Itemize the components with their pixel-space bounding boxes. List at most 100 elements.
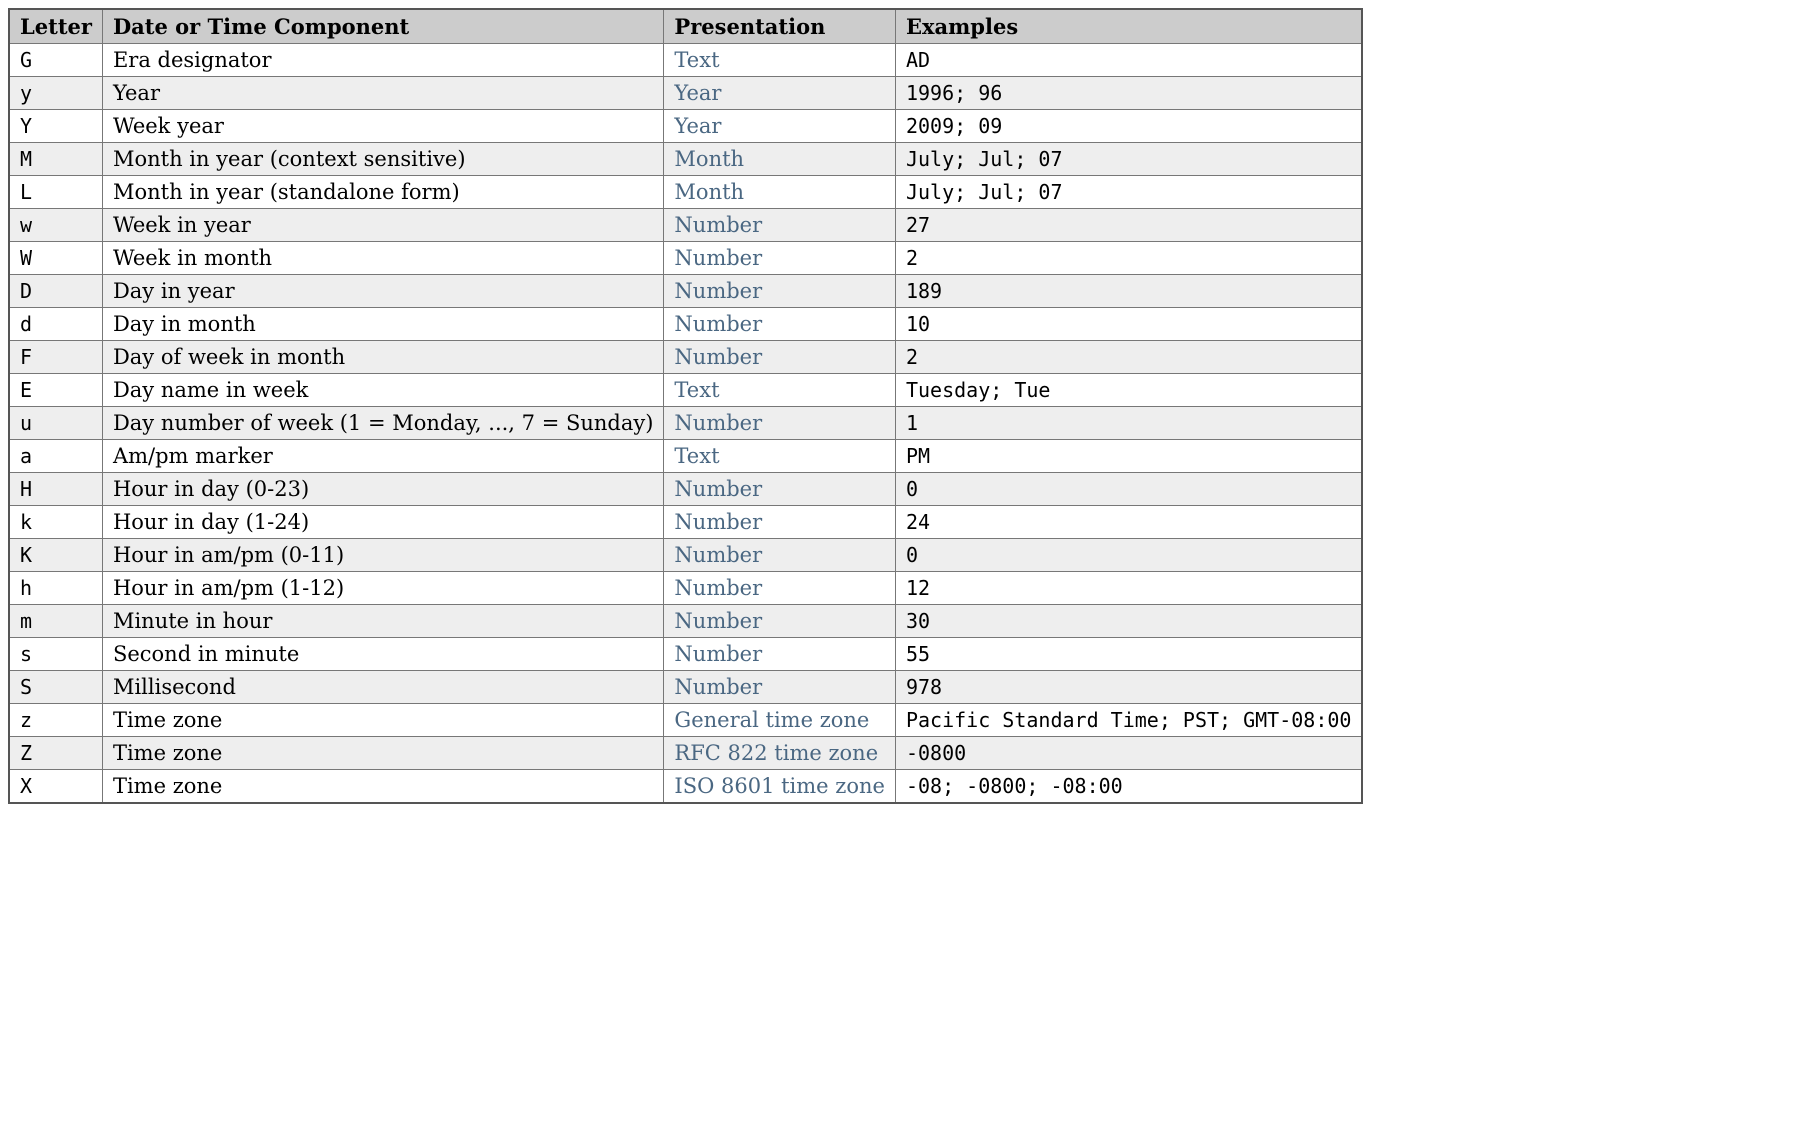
cell-presentation[interactable]: Number <box>664 275 896 308</box>
cell-presentation[interactable]: Number <box>664 671 896 704</box>
cell-presentation[interactable]: Month <box>664 176 896 209</box>
cell-letter: h <box>9 572 102 605</box>
presentation-link[interactable]: Text <box>674 378 719 402</box>
cell-component: Hour in am/pm (0-11) <box>102 539 663 572</box>
presentation-link[interactable]: Number <box>674 312 762 336</box>
cell-letter: L <box>9 176 102 209</box>
presentation-link[interactable]: Number <box>674 213 762 237</box>
cell-component: Month in year (context sensitive) <box>102 143 663 176</box>
presentation-link[interactable]: Year <box>674 81 721 105</box>
cell-component: Time zone <box>102 704 663 737</box>
cell-presentation[interactable]: General time zone <box>664 704 896 737</box>
cell-examples: 55 <box>895 638 1362 671</box>
cell-presentation[interactable]: Number <box>664 341 896 374</box>
cell-letter: K <box>9 539 102 572</box>
cell-letter: a <box>9 440 102 473</box>
presentation-link[interactable]: Text <box>674 444 719 468</box>
cell-letter: Z <box>9 737 102 770</box>
presentation-link[interactable]: Number <box>674 411 762 435</box>
cell-presentation[interactable]: Number <box>664 242 896 275</box>
cell-letter: s <box>9 638 102 671</box>
cell-presentation[interactable]: Year <box>664 110 896 143</box>
presentation-link[interactable]: Month <box>674 180 744 204</box>
presentation-link[interactable]: Number <box>674 609 762 633</box>
cell-presentation[interactable]: Text <box>664 440 896 473</box>
table-row: KHour in am/pm (0-11)Number0 <box>9 539 1362 572</box>
presentation-link[interactable]: Number <box>674 279 762 303</box>
table-row: FDay of week in monthNumber2 <box>9 341 1362 374</box>
cell-presentation[interactable]: RFC 822 time zone <box>664 737 896 770</box>
cell-examples: 2 <box>895 341 1362 374</box>
cell-component: Week in year <box>102 209 663 242</box>
cell-letter: k <box>9 506 102 539</box>
cell-examples: 24 <box>895 506 1362 539</box>
cell-component: Week in month <box>102 242 663 275</box>
cell-presentation[interactable]: Month <box>664 143 896 176</box>
table-row: kHour in day (1-24)Number24 <box>9 506 1362 539</box>
presentation-link[interactable]: Number <box>674 543 762 567</box>
table-row: LMonth in year (standalone form) Month Jul… <box>9 176 1362 209</box>
presentation-link[interactable]: RFC 822 time zone <box>674 741 878 765</box>
cell-presentation[interactable]: ISO 8601 time zone <box>664 770 896 804</box>
cell-examples: 2009; 09 <box>895 110 1362 143</box>
presentation-link[interactable]: Number <box>674 576 762 600</box>
cell-presentation[interactable]: Number <box>664 638 896 671</box>
cell-component: Time zone <box>102 770 663 804</box>
cell-component: Era designator <box>102 44 663 77</box>
cell-component: Day number of week (1 = Monday, ..., 7 =… <box>102 407 663 440</box>
presentation-link[interactable]: Number <box>674 675 762 699</box>
presentation-link[interactable]: Number <box>674 246 762 270</box>
presentation-link[interactable]: General time zone <box>674 708 869 732</box>
cell-letter: z <box>9 704 102 737</box>
table-row: sSecond in minuteNumber55 <box>9 638 1362 671</box>
cell-presentation[interactable]: Number <box>664 506 896 539</box>
cell-presentation[interactable]: Number <box>664 572 896 605</box>
cell-presentation[interactable]: Number <box>664 308 896 341</box>
cell-examples: July; Jul; 07 <box>895 143 1362 176</box>
cell-examples: 0 <box>895 473 1362 506</box>
cell-letter: Y <box>9 110 102 143</box>
presentation-link[interactable]: Text <box>674 48 719 72</box>
presentation-link[interactable]: Year <box>674 114 721 138</box>
table-row: GEra designatorTextAD <box>9 44 1362 77</box>
table-row: wWeek in yearNumber27 <box>9 209 1362 242</box>
table-row: SMillisecondNumber978 <box>9 671 1362 704</box>
column-header-component: Date or Time Component <box>102 9 663 44</box>
column-header-examples: Examples <box>895 9 1362 44</box>
cell-examples: 10 <box>895 308 1362 341</box>
cell-component: Minute in hour <box>102 605 663 638</box>
cell-component: Hour in day (0-23) <box>102 473 663 506</box>
presentation-link[interactable]: Number <box>674 642 762 666</box>
cell-letter: G <box>9 44 102 77</box>
cell-examples: -08; -0800; -08:00 <box>895 770 1362 804</box>
cell-letter: y <box>9 77 102 110</box>
cell-letter: W <box>9 242 102 275</box>
cell-examples: 1 <box>895 407 1362 440</box>
cell-presentation[interactable]: Number <box>664 605 896 638</box>
cell-examples: 12 <box>895 572 1362 605</box>
cell-component: Month in year (standalone form) <box>102 176 663 209</box>
cell-presentation[interactable]: Text <box>664 374 896 407</box>
presentation-link[interactable]: Month <box>674 147 744 171</box>
cell-letter: M <box>9 143 102 176</box>
presentation-link[interactable]: Number <box>674 345 762 369</box>
cell-presentation[interactable]: Number <box>664 407 896 440</box>
column-header-letter: Letter <box>9 9 102 44</box>
cell-presentation[interactable]: Year <box>664 77 896 110</box>
cell-component: Day in month <box>102 308 663 341</box>
cell-presentation[interactable]: Number <box>664 209 896 242</box>
cell-presentation[interactable]: Text <box>664 44 896 77</box>
cell-examples: July; Jul; 07 <box>895 176 1362 209</box>
cell-letter: E <box>9 374 102 407</box>
table-row: XTime zoneISO 8601 time zone-08; -0800; … <box>9 770 1362 804</box>
cell-presentation[interactable]: Number <box>664 473 896 506</box>
presentation-link[interactable]: Number <box>674 477 762 501</box>
cell-presentation[interactable]: Number <box>664 539 896 572</box>
cell-examples: 189 <box>895 275 1362 308</box>
table-row: zTime zoneGeneral time zonePacific Stand… <box>9 704 1362 737</box>
cell-letter: D <box>9 275 102 308</box>
presentation-link[interactable]: Number <box>674 510 762 534</box>
table-row: YWeek yearYear2009; 09 <box>9 110 1362 143</box>
presentation-link[interactable]: ISO 8601 time zone <box>674 774 885 798</box>
table-row: mMinute in hourNumber30 <box>9 605 1362 638</box>
